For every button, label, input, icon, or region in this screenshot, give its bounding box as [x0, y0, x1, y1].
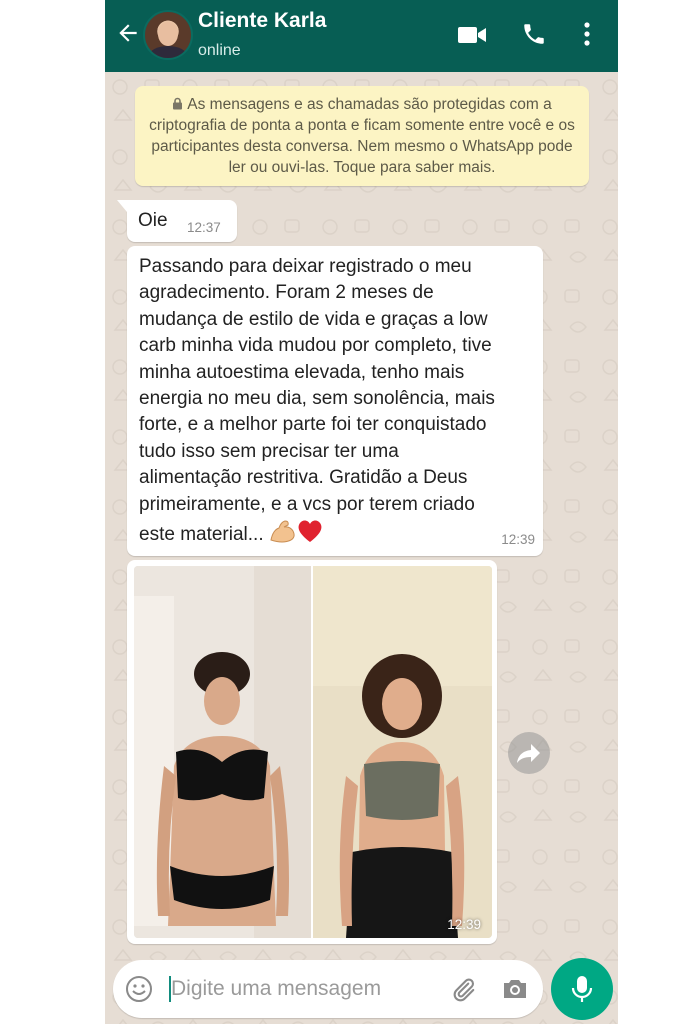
back-arrow-icon[interactable] [115, 20, 141, 46]
message-time: 12:37 [187, 220, 221, 235]
before-after-photo[interactable] [134, 566, 492, 938]
message-text: Oie [138, 210, 168, 231]
lock-icon [173, 97, 183, 110]
chat-header: Cliente Karla online [105, 0, 618, 72]
voice-call-icon[interactable] [521, 21, 547, 47]
flexed-biceps-icon [270, 520, 295, 543]
message-input-bar [113, 960, 543, 1018]
message-time: 12:39 [501, 532, 535, 547]
voice-message-button[interactable] [551, 958, 613, 1020]
message-text: Passando para deixar registrado o meu ag… [139, 256, 495, 546]
video-call-icon[interactable] [457, 24, 487, 46]
attach-icon[interactable] [449, 976, 477, 1004]
contact-status: online [198, 42, 241, 59]
encryption-notice[interactable]: As mensagens e as chamadas são protegida… [135, 86, 589, 186]
image-message[interactable]: 12:39 [127, 560, 497, 944]
message-time: 12:39 [447, 917, 481, 932]
more-options-icon[interactable] [583, 20, 591, 48]
contact-name[interactable]: Cliente Karla [198, 9, 326, 33]
forward-icon [517, 744, 540, 763]
message-bubble[interactable]: Passando para deixar registrado o meu ag… [127, 246, 543, 556]
camera-icon[interactable] [501, 976, 529, 1002]
whatsapp-chat-screen: Cliente Karla online As mensagens e as c… [105, 0, 618, 1024]
message-bubble[interactable]: Oie 12:37 [117, 200, 237, 242]
red-heart-icon [298, 520, 322, 543]
emoji-icon[interactable] [125, 975, 153, 1003]
avatar[interactable] [143, 10, 193, 60]
microphone-icon [571, 976, 593, 1002]
message-input[interactable] [171, 971, 411, 1007]
forward-button[interactable] [508, 732, 550, 774]
encryption-notice-text: As mensagens e as chamadas são protegida… [149, 96, 575, 176]
